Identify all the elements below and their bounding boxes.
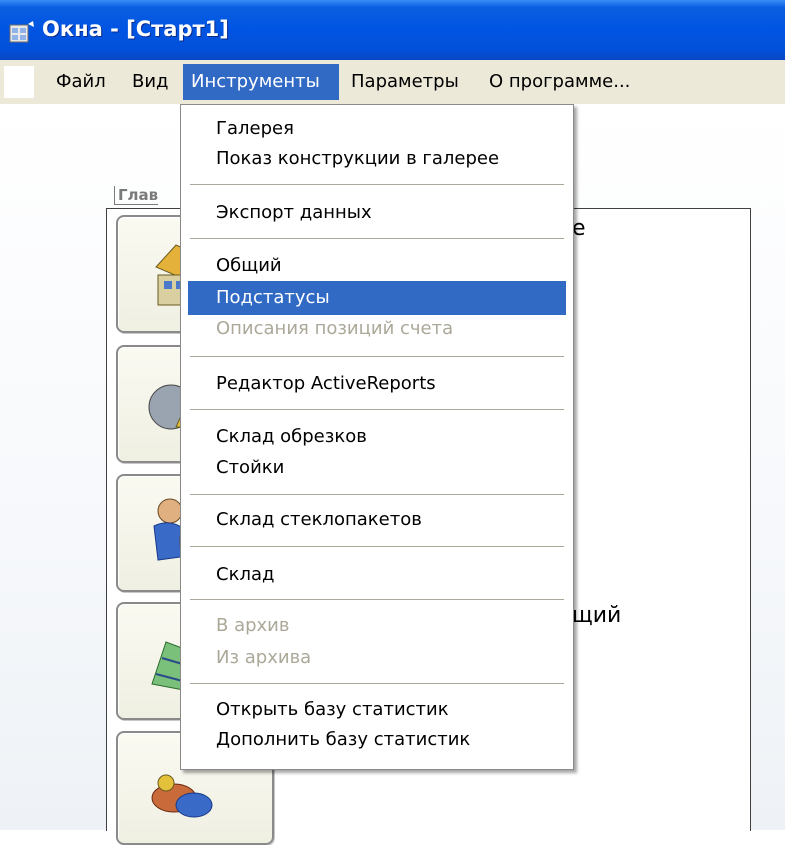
menu-item-glass-units-warehouse[interactable]: Склад стеклопакетов: [188, 503, 566, 537]
menu-separator: [190, 494, 564, 495]
panel-caption: Глав: [114, 186, 159, 205]
title-bar[interactable]: Окна - [Старт1]: [0, 0, 785, 60]
menu-separator: [190, 356, 564, 357]
menu-item-account-descriptions[interactable]: Описания позиций счета: [188, 312, 566, 346]
menu-item-offcuts-warehouse[interactable]: Склад обрезков: [188, 420, 566, 454]
menu-item-racks[interactable]: Стойки: [188, 451, 566, 485]
app-icon: [9, 21, 35, 43]
menu-item-gallery[interactable]: Галерея: [188, 112, 566, 146]
menu-separator: [190, 409, 564, 410]
menu-item-append-stats-db[interactable]: Дополнить базу статистик: [188, 723, 566, 757]
tools-dropdown-menu: Галерея Показ конструкции в галерее Эксп…: [180, 104, 574, 770]
menu-item-export-data[interactable]: Экспорт данных: [188, 196, 566, 230]
menu-item-general[interactable]: Общий: [188, 249, 566, 283]
menu-file[interactable]: Файл: [48, 64, 114, 100]
menu-separator: [190, 238, 564, 239]
menu-item-activereports-editor[interactable]: Редактор ActiveReports: [188, 367, 566, 401]
menu-item-substatuses[interactable]: Подстатусы: [188, 281, 566, 315]
menu-separator: [190, 683, 564, 684]
menu-item-open-stats-db[interactable]: Открыть базу статистик: [188, 693, 566, 727]
menu-parameters[interactable]: Параметры: [343, 64, 467, 100]
menu-tools[interactable]: Инструменты: [183, 64, 339, 100]
menu-separator: [190, 599, 564, 600]
menu-separator: [190, 184, 564, 185]
menu-item-from-archive[interactable]: Из архива: [188, 641, 566, 675]
menu-item-show-construction[interactable]: Показ конструкции в галерее: [188, 142, 566, 176]
menu-view[interactable]: Вид: [124, 64, 177, 100]
menu-about[interactable]: О программе...: [481, 64, 638, 100]
menu-item-warehouse[interactable]: Склад: [188, 558, 566, 592]
menu-separator: [190, 546, 564, 547]
menu-item-to-archive[interactable]: В архив: [188, 609, 566, 643]
menubar-grip: [4, 66, 34, 98]
menu-bar: Файл Вид Инструменты Параметры О програм…: [0, 60, 785, 105]
window-title: Окна - [Старт1]: [42, 17, 229, 41]
panel-text-fragment-2: щий: [572, 603, 622, 628]
panel-text-fragment-1: е: [572, 216, 586, 241]
